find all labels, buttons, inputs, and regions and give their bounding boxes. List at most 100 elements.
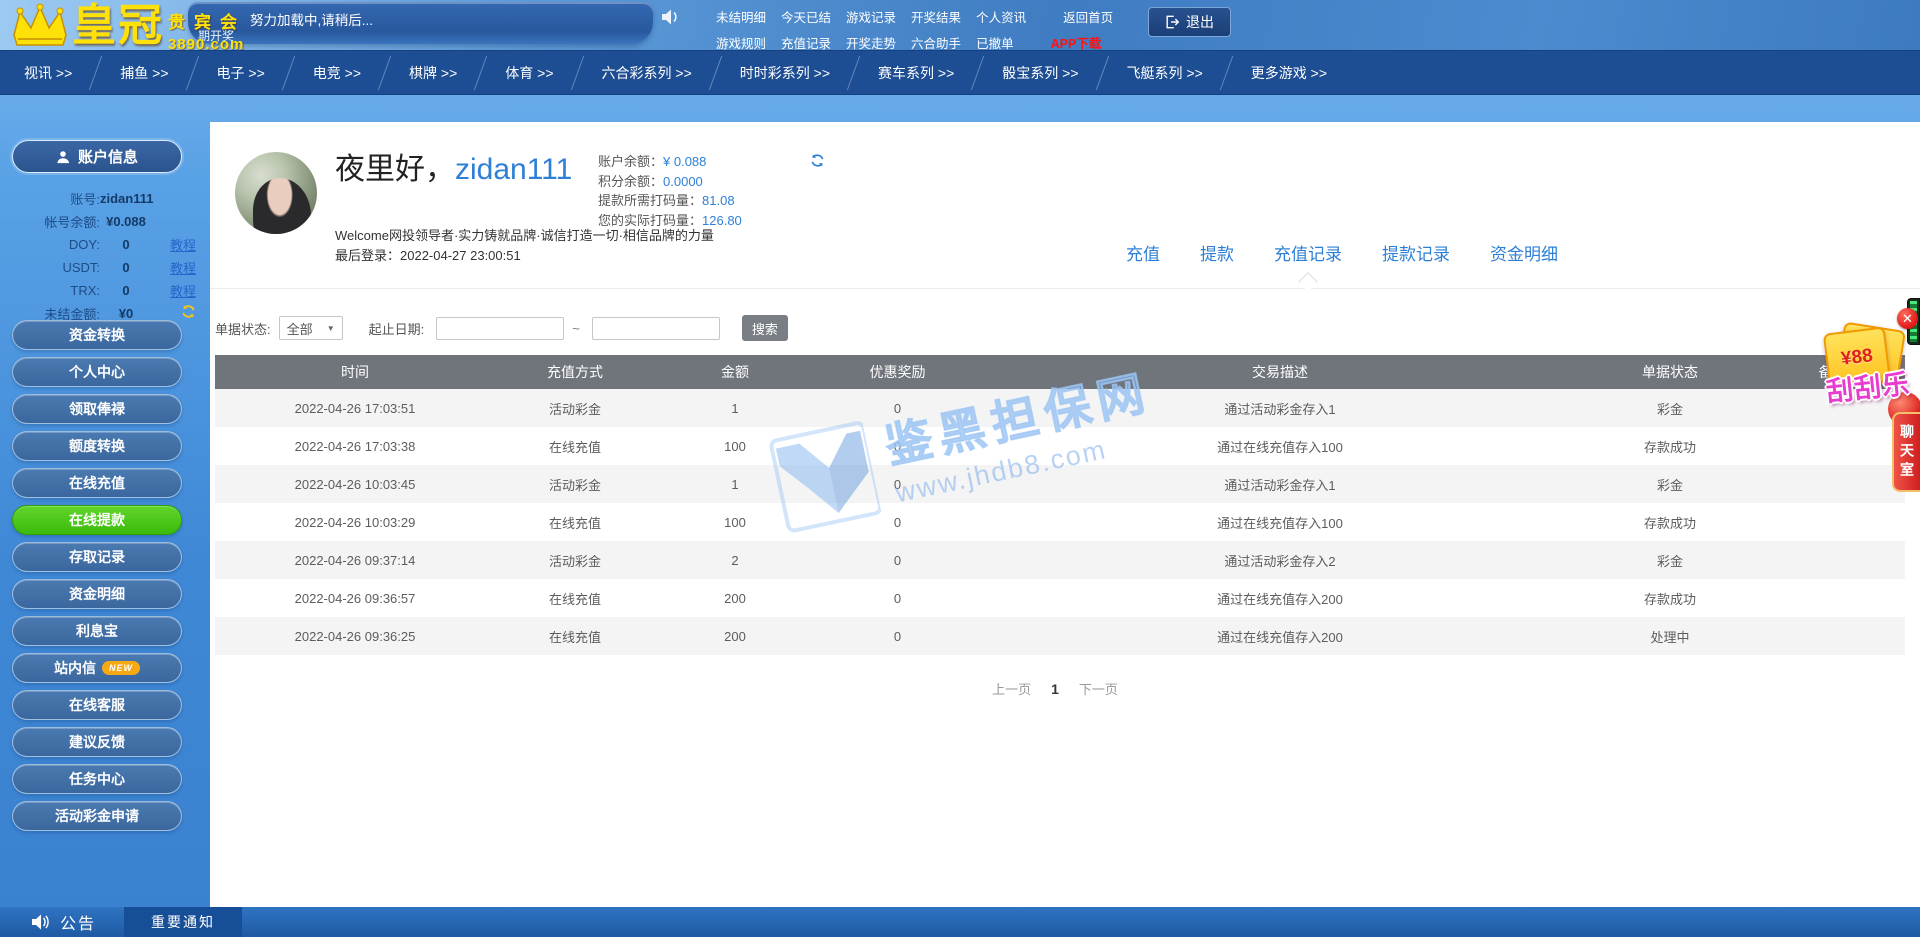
nav-item[interactable]: 六合彩系列 >> <box>578 51 716 95</box>
sidebar-item-个人中心[interactable]: 个人中心 <box>12 357 182 387</box>
nav-item[interactable]: 赛车系列 >> <box>854 51 978 95</box>
sidebar-item-领取俸禄[interactable]: 领取俸禄 <box>12 394 182 424</box>
tab-充值[interactable]: 充值 <box>1126 240 1160 265</box>
sidebar-item-站内信[interactable]: 站内信 NEW <box>12 653 182 683</box>
table-row: 2022-04-26 17:03:38 在线充值 100 0 通过在线充值存入100 存款… <box>215 427 1905 465</box>
sidebar-item-在线充值[interactable]: 在线充值 <box>12 468 182 498</box>
tutorial-link[interactable]: 教程 <box>152 235 196 254</box>
sidebar-item-存取记录[interactable]: 存取记录 <box>12 542 182 572</box>
nav-item[interactable]: 时时彩系列 >> <box>716 51 854 95</box>
records-table: 时间充值方式金额优惠奖励交易描述单据状态备注 2022-04-26 17:03:… <box>215 355 1905 655</box>
table-row: 2022-04-26 10:03:29 在线充值 100 0 通过在线充值存入100 存款… <box>215 503 1905 541</box>
filter-bar: 单据状态: 全部 ▼ 起止日期: ~ 搜索 <box>215 315 1920 341</box>
brand-domain: 3890.com <box>168 36 245 53</box>
table-cell: 通过在线充值存入100 <box>1217 439 1343 455</box>
sidebar-item-label: 资金明细 <box>69 586 125 602</box>
nav-item[interactable]: 骰宝系列 >> <box>978 51 1102 95</box>
table-cell: 1 <box>731 476 739 492</box>
important-notice[interactable]: 重要通知 <box>124 907 243 937</box>
info-label: DOY: <box>68 237 100 252</box>
table-row: 2022-04-26 09:36:57 在线充值 200 0 通过在线充值存入200 存款… <box>215 579 1905 617</box>
sidebar-item-label: 存取记录 <box>69 549 125 565</box>
sidebar-item-label: 额度转换 <box>69 438 125 454</box>
header-link[interactable]: 开奖结果 <box>911 7 961 26</box>
header-link[interactable]: 返回首页 <box>1063 7 1113 26</box>
status-select[interactable]: 全部 ▼ <box>278 316 343 340</box>
sidebar-item-在线提款[interactable]: 在线提款 <box>12 505 182 535</box>
refresh-balance-icon[interactable] <box>810 153 825 168</box>
balance-line: 提款所需打码量：81.08 <box>598 191 838 211</box>
sidebar-item-在线客服[interactable]: 在线客服 <box>12 690 182 720</box>
table-cell <box>1760 579 1905 617</box>
logout-label: 退出 <box>1186 14 1214 30</box>
date-from-input[interactable] <box>436 316 565 340</box>
column-header: 优惠奖励 <box>815 355 980 389</box>
announcement-label: 公告 <box>60 916 97 933</box>
table-cell: 2022-04-26 17:03:38 <box>294 438 416 454</box>
site-logo: 皇冠 贵宾会 3890.com <box>8 0 246 60</box>
chat-room-tab[interactable]: 聊天室 <box>1892 412 1920 492</box>
sidebar-item-任务中心[interactable]: 任务中心 <box>12 764 182 794</box>
table-cell: 0 <box>893 590 902 606</box>
header-link[interactable]: 未结明细 <box>716 7 766 26</box>
brand-name: 皇冠 <box>72 1 164 50</box>
sidebar-item-资金转换[interactable]: 资金转换 <box>12 320 182 350</box>
current-page[interactable]: 1 <box>1051 681 1059 697</box>
header-links: 未结明细 今天已结 游戏记录 开奖结果 个人资讯 返回首页 游戏规则 充值记录 开奖走势 六合助… <box>716 7 1113 52</box>
account-info-button[interactable]: 账户信息 <box>12 140 182 173</box>
tab-资金明细[interactable]: 资金明细 <box>1490 240 1558 265</box>
table-cell: 2 <box>731 552 739 568</box>
speaker-icon[interactable] <box>660 8 680 26</box>
table-cell: 在线充值 <box>548 515 601 531</box>
sidebar-item-label: 在线充值 <box>69 475 125 491</box>
sidebar-item-建议反馈[interactable]: 建议反馈 <box>12 727 182 757</box>
date-to-input[interactable] <box>591 316 720 340</box>
sidebar-item-label: 资金转换 <box>69 327 125 343</box>
table-cell: 1 <box>731 400 739 416</box>
header-link[interactable]: 个人资讯 <box>976 7 1026 26</box>
tab-充值记录[interactable]: 充值记录 <box>1274 240 1342 265</box>
prev-page-button[interactable]: 上一页 <box>992 679 1031 698</box>
sidebar-item-活动彩金申请[interactable]: 活动彩金申请 <box>12 801 182 831</box>
next-page-button[interactable]: 下一页 <box>1079 679 1118 698</box>
table-cell: 通过活动彩金存入1 <box>1224 477 1336 493</box>
table-cell: 2022-04-26 10:03:29 <box>294 514 416 530</box>
sidebar-item-label: 活动彩金申请 <box>55 808 139 824</box>
info-value: zidan111 <box>100 191 154 206</box>
sidebar-item-资金明细[interactable]: 资金明细 <box>12 579 182 609</box>
tutorial-link[interactable]: 教程 <box>152 281 196 300</box>
close-icon[interactable]: ✕ <box>1897 308 1918 329</box>
search-button[interactable]: 搜索 <box>741 315 788 341</box>
balance-line: 账户余额：¥ 0.088 <box>598 152 838 172</box>
tab-提款记录[interactable]: 提款记录 <box>1382 240 1450 265</box>
sidebar-menu: 资金转换个人中心领取俸禄额度转换在线充值在线提款存取记录资金明细利息宝站内信 NE… <box>12 320 182 838</box>
logout-button[interactable]: 退出 <box>1148 7 1231 37</box>
header-links-row1: 未结明细 今天已结 游戏记录 开奖结果 个人资讯 返回首页 <box>716 7 1113 26</box>
sidebar-item-label: 任务中心 <box>69 771 125 787</box>
table-cell: 0 <box>893 400 902 416</box>
table-cell: 0 <box>893 628 902 644</box>
tutorial-link[interactable]: 教程 <box>152 258 196 277</box>
nav-item[interactable]: 飞艇系列 >> <box>1103 51 1227 95</box>
table-cell: 0 <box>893 552 902 568</box>
tab-提款[interactable]: 提款 <box>1200 240 1234 265</box>
nav-item[interactable]: 体育 >> <box>481 51 577 95</box>
sidebar-item-利息宝[interactable]: 利息宝 <box>12 616 182 646</box>
chevron-down-icon: ▼ <box>326 323 335 333</box>
table-cell: 彩金 <box>1656 477 1683 493</box>
record-tabs: 充值 提款 充值记录 提款记录 资金明细 <box>1126 240 1558 265</box>
table-cell: 100 <box>724 514 746 530</box>
scratch-card-widget[interactable]: ✕ ¥88 刮刮乐 <box>1818 300 1920 430</box>
header-link[interactable]: 今天已结 <box>781 7 831 26</box>
sidebar-item-额度转换[interactable]: 额度转换 <box>12 431 182 461</box>
balance-panel: 账户余额：¥ 0.088 积分余额：0.0000 提款所需打码量：81.08 您的实际… <box>598 152 838 230</box>
nav-item[interactable]: 电竞 >> <box>289 51 385 95</box>
table-cell: 100 <box>724 438 746 454</box>
welcome-text: Welcome网投领导者·实力铸就品牌·诚信打造一切·相信品牌的力量 <box>335 228 714 243</box>
table-cell: 通过在线充值存入200 <box>1217 629 1343 645</box>
header-link[interactable]: 游戏记录 <box>846 7 896 26</box>
info-value: 0 <box>122 260 130 275</box>
nav-item[interactable]: 棋牌 >> <box>385 51 481 95</box>
balance-label: 提款所需打码量： <box>598 193 703 208</box>
nav-item[interactable]: 更多游戏 >> <box>1227 51 1351 95</box>
